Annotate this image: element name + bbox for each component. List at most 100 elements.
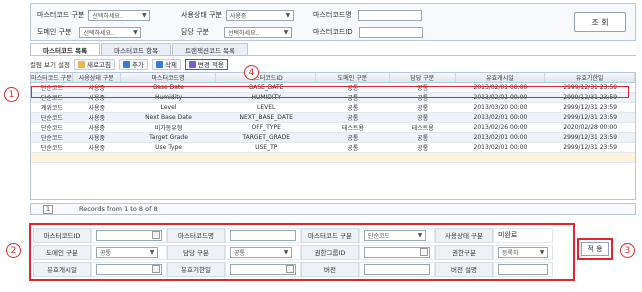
master-code-name-input[interactable] <box>357 9 422 21</box>
column-header[interactable]: 유효기한일 <box>545 73 635 82</box>
save-icon <box>188 60 196 68</box>
table-cell: 테스트용 <box>411 125 434 132</box>
domain-type-select[interactable]: 공통 ▼ <box>96 246 158 258</box>
table-cell: 단순코드 <box>40 125 63 132</box>
table-cell: 사용중 <box>88 105 106 112</box>
apply-changes-button[interactable]: 변경 적용 <box>184 58 228 70</box>
usage-status-value: 미완료 <box>498 231 518 239</box>
table-cell: 사용중 <box>88 125 106 132</box>
tab-master-code-items[interactable]: 마스터코드 항목 <box>101 43 172 55</box>
tab-master-code-list[interactable]: 마스터코드 목록 <box>30 43 101 55</box>
detail-form: 마스터코드ID 마스터코드명 마스터코드 구분 단순코드 ▼ 사용상태 구분 미완… <box>29 223 575 281</box>
chevron-down-icon: ▼ <box>131 28 140 37</box>
chevron-down-icon: ▼ <box>282 28 290 37</box>
owner-type-select[interactable]: 선택하세요.. ▼ <box>224 26 292 38</box>
master-code-name-label: 마스터코드명 <box>313 11 352 19</box>
table-cell: TARGET_GRADE <box>242 134 291 141</box>
column-header[interactable]: 마스터코드 구분 <box>31 73 73 82</box>
usage-status-field: 사용상태 구분 사용중 ▼ <box>181 8 294 22</box>
domain-type-select[interactable]: 선택하세요.. ▼ <box>79 26 142 38</box>
table-row[interactable]: 단순코드 사용중 Use Type USE_TP 공통 공통 2013/02/01 00:0… <box>31 143 635 153</box>
version-desc-input[interactable] <box>498 263 548 275</box>
form-row: 마스터코드ID 마스터코드명 마스터코드 구분 단순코드 ▼ 사용상태 구분 미완… <box>33 227 553 243</box>
column-header[interactable]: 유효개시일 <box>456 73 546 82</box>
tab-transaction-code-list[interactable]: 트랜잭션코드 목록 <box>172 43 248 55</box>
master-code-id-input[interactable] <box>358 26 423 38</box>
table-cell: 공통 <box>347 135 359 142</box>
column-settings-link[interactable]: 컬럼 보기 설정 <box>30 59 70 69</box>
chevron-down-icon: ▼ <box>283 11 292 20</box>
search-icon[interactable] <box>420 248 428 256</box>
master-code-name-field: 마스터코드명 <box>313 8 422 22</box>
master-code-type-label: 마스터코드 구분 <box>37 11 85 19</box>
table-cell: 테스트용 <box>341 125 364 132</box>
plus-icon <box>122 60 130 68</box>
table-row[interactable]: 단순코드 사용중 비가동유형 OFF_TYPE 테스트용 테스트용 2013/02/26 0… <box>31 123 635 133</box>
usage-status-select[interactable]: 사용중 ▼ <box>225 9 294 21</box>
chevron-down-icon: ▼ <box>140 11 149 20</box>
table-cell: 사용중 <box>88 145 106 152</box>
version-input[interactable] <box>364 263 430 275</box>
column-header[interactable]: 마스터코드명 <box>121 73 217 82</box>
delete-button[interactable]: 삭제 <box>151 58 181 70</box>
valid-end-label: 유효기한일 <box>167 261 225 277</box>
domain-type-label: 도메인 구분 <box>37 28 72 36</box>
table-cell: 2999/12/31 23:59 <box>563 104 618 111</box>
table-cell: 2013/02/01 00:00 <box>473 114 528 121</box>
owner-type-select[interactable]: 공통 ▼ <box>230 246 292 258</box>
table-cell: 공통 <box>417 115 429 122</box>
refresh-button[interactable]: 새로고침 <box>74 58 115 70</box>
column-header[interactable]: 마스터코드ID <box>216 73 317 82</box>
auth-type-select[interactable]: 등록자 ▼ <box>498 246 548 258</box>
table-cell: Use Type <box>155 144 182 151</box>
column-header[interactable]: 도메인 구분 <box>316 73 390 82</box>
auth-group-id-label: 권한그룹ID <box>301 244 359 260</box>
auth-type-label: 권한구분 <box>435 244 493 260</box>
table-cell: 계위코드 <box>40 105 63 112</box>
valid-start-label: 유효개시일 <box>33 261 91 277</box>
table-cell: 단순코드 <box>40 135 63 142</box>
master-code-type-select[interactable]: 단순코드 ▼ <box>364 229 426 241</box>
table-cell: 2013/03/20 00:00 <box>473 104 528 111</box>
chevron-down-icon: ▼ <box>148 248 156 257</box>
table-cell: 단순코드 <box>40 115 63 122</box>
column-header[interactable]: 담당 구분 <box>390 73 456 82</box>
table-cell: 2999/12/31 23:59 <box>563 114 618 121</box>
form-row: 도메인 구분 공통 ▼ 담당 구분 공통 ▼ 권한그룹ID 권한구분 등록자 ▼ <box>33 244 553 260</box>
table-cell: 2020/02/28 00:00 <box>563 124 618 131</box>
owner-type-label: 담당 구분 <box>167 244 225 260</box>
search-icon[interactable] <box>152 231 160 239</box>
table-cell: 공통 <box>417 145 429 152</box>
apply-button[interactable]: 적 용 <box>581 242 609 256</box>
master-code-name-label: 마스터코드명 <box>167 227 225 243</box>
apply-button-highlight: 적 용 <box>577 238 613 260</box>
table-cell: 사용중 <box>88 115 106 122</box>
search-button[interactable]: 조 회 <box>574 12 626 32</box>
owner-type-label: 담당 구분 <box>181 28 209 36</box>
calendar-icon[interactable] <box>152 265 160 273</box>
table-row[interactable]: 단순코드 사용중 Target Grade TARGET_GRADE 공통 공통 2013/… <box>31 133 635 143</box>
annotation-marker-2: 2 <box>6 243 21 258</box>
table-cell: 공통 <box>347 105 359 112</box>
pager: 1 Records from 1 to 8 of 8 <box>30 203 636 215</box>
calendar-icon[interactable] <box>286 265 294 273</box>
table-row[interactable]: 단순코드 사용중 Next Base Date NEXT_BASE_DATE 공통 공통 2… <box>31 113 635 123</box>
table-cell: 2013/02/01 00:00 <box>473 144 528 151</box>
master-code-type-label: 마스터코드 구분 <box>301 227 359 243</box>
add-button[interactable]: 추가 <box>118 58 148 70</box>
tab-divider <box>30 55 636 56</box>
annotation-marker-4: 4 <box>244 65 259 80</box>
form-row: 유효개시일 유효기한일 버전 버전 설명 <box>33 261 553 277</box>
search-panel: 마스터코드 구분 선택하세요.. ▼ 사용상태 구분 사용중 ▼ 마스터코드명 도메… <box>30 3 636 41</box>
master-code-name-input[interactable] <box>230 229 296 241</box>
table-row[interactable]: 계위코드 사용중 Level LEVEL 공통 공통 2013/03/20 00:00 299… <box>31 103 635 113</box>
table-cell: 공통 <box>417 135 429 142</box>
chevron-down-icon: ▼ <box>538 248 546 257</box>
empty-row <box>31 153 635 163</box>
column-header[interactable]: 사용상태 구분 <box>73 73 121 82</box>
version-desc-label: 버전 설명 <box>435 261 493 277</box>
page-button[interactable]: 1 <box>43 204 53 214</box>
master-code-type-select[interactable]: 선택하세요.. ▼ <box>88 9 151 21</box>
table-cell: 사용중 <box>88 135 106 142</box>
owner-type-field: 담당 구분 선택하세요.. ▼ <box>181 25 292 39</box>
